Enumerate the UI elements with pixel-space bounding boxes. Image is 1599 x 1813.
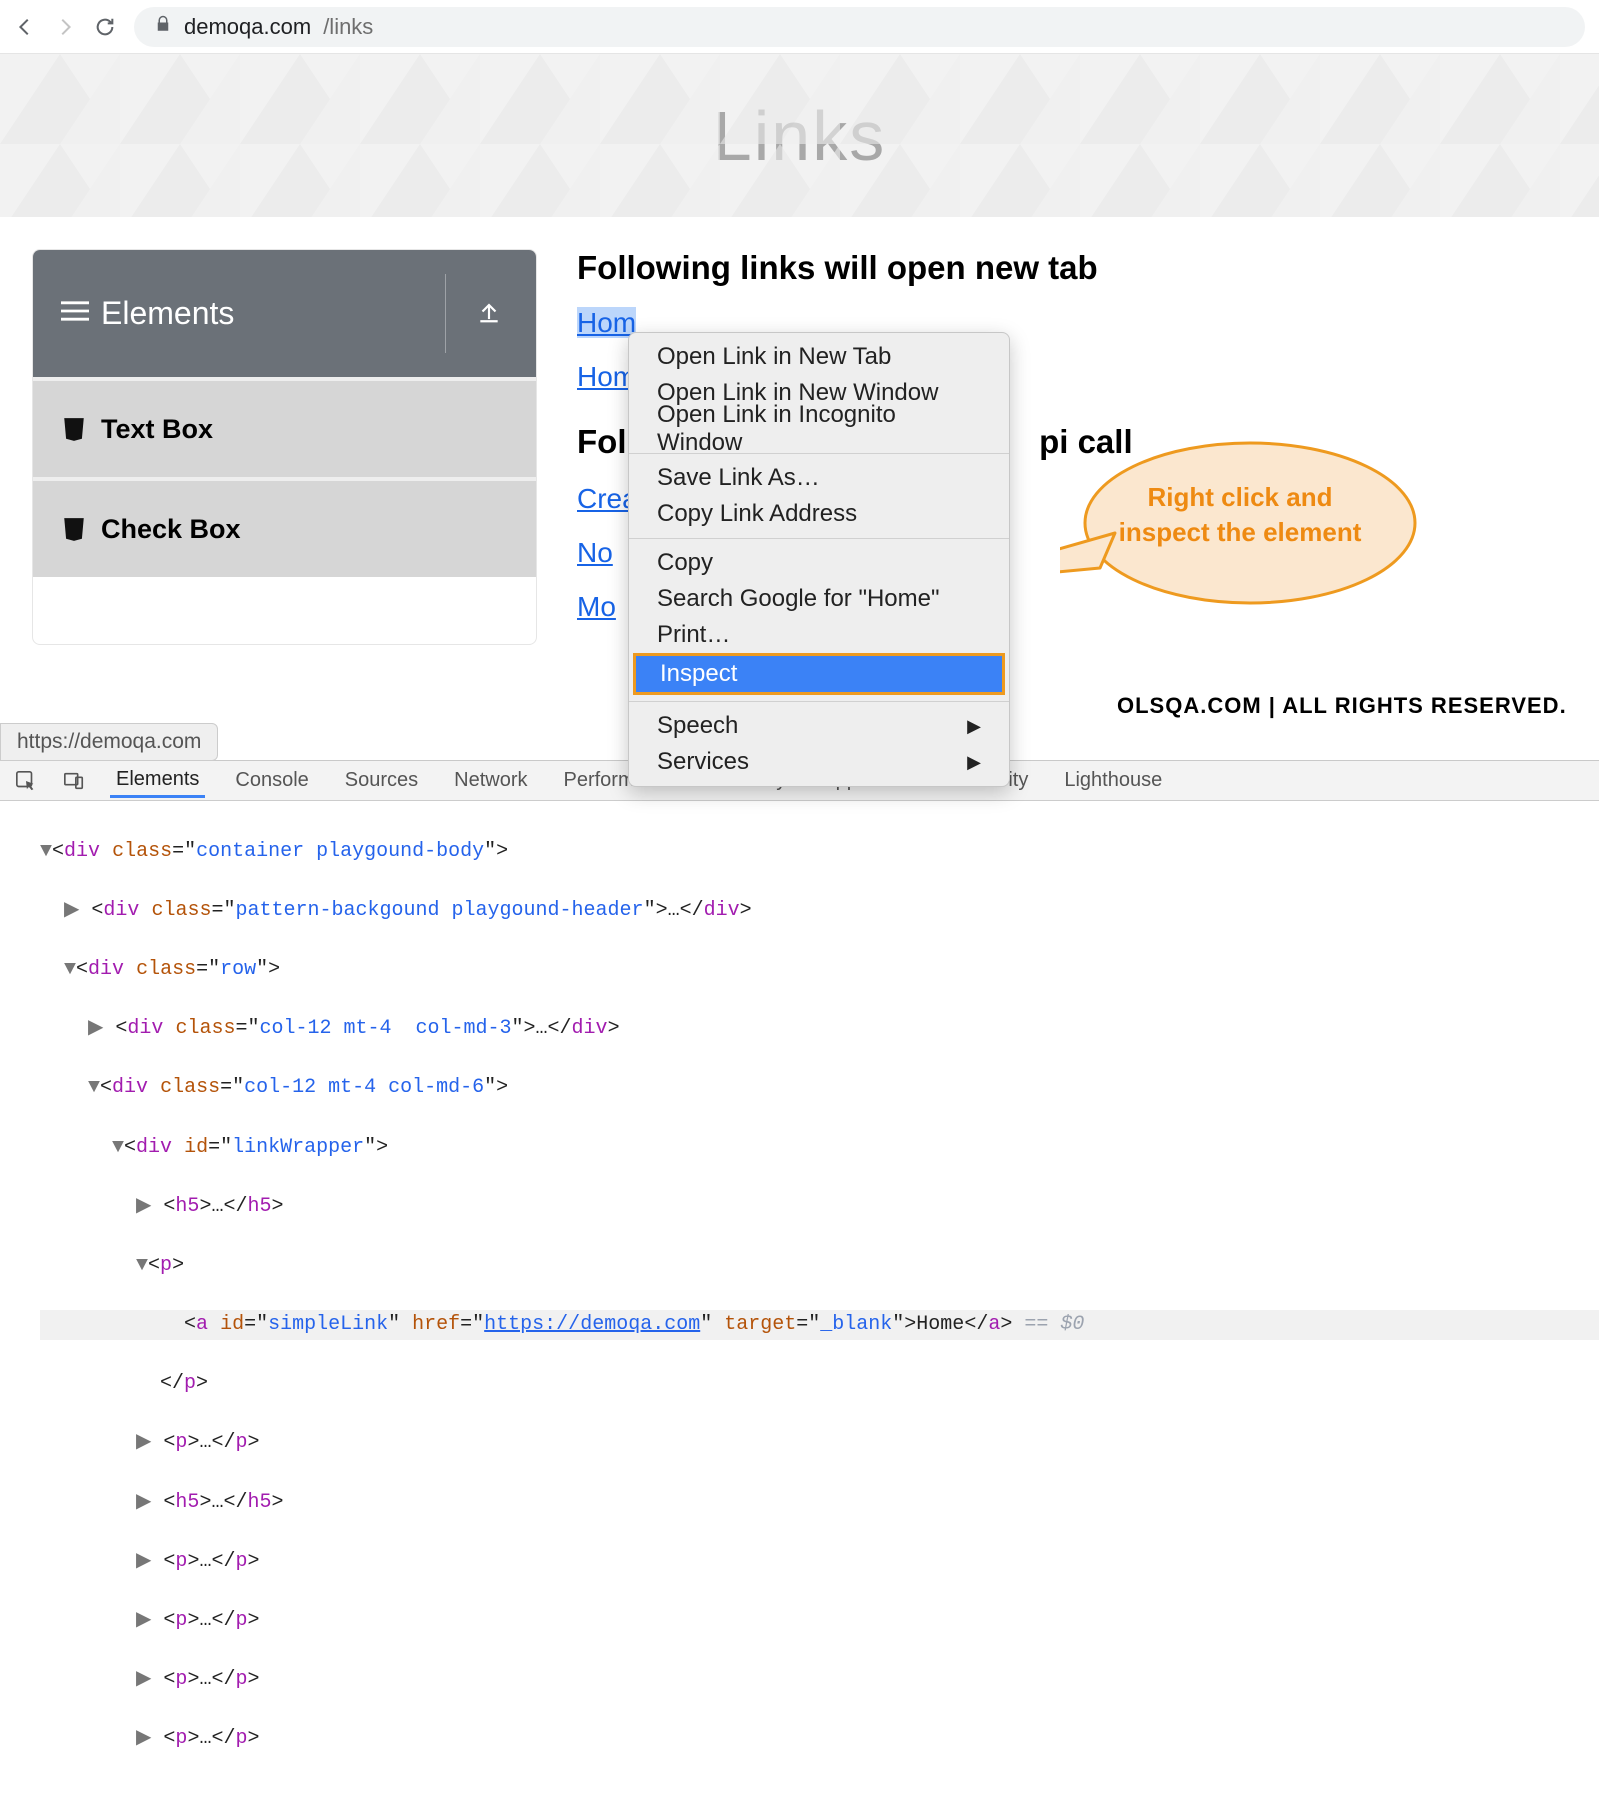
html5-icon — [61, 416, 87, 442]
address-bar[interactable]: demoqa.com/links — [134, 7, 1585, 47]
footer-text-fragment: OLSQA.COM | ALL RIGHTS RESERVED. — [1117, 693, 1567, 719]
devtools-tab-console[interactable]: Console — [229, 765, 314, 796]
browser-toolbar: demoqa.com/links — [0, 0, 1599, 54]
annotation-callout: Right click andinspect the element — [1060, 428, 1420, 628]
sidebar-item-check-box[interactable]: Check Box — [33, 477, 536, 577]
devtools-tab-network[interactable]: Network — [448, 765, 533, 796]
inspect-element-icon[interactable] — [14, 769, 38, 793]
collapse-icon[interactable] — [476, 298, 502, 329]
devtools-tab-lighthouse[interactable]: Lighthouse — [1058, 765, 1168, 796]
ctx-inspect[interactable]: Inspect — [633, 653, 1005, 695]
ctx-speech[interactable]: Speech▶ — [629, 708, 1009, 744]
sidebar: Elements Text Box Check Box — [32, 249, 537, 645]
dom-tree[interactable]: ▼<div class="container playgound-body"> … — [0, 801, 1599, 1813]
ctx-copy-link-address[interactable]: Copy Link Address — [629, 496, 1009, 532]
sidebar-divider — [445, 274, 446, 353]
ctx-copy[interactable]: Copy — [629, 545, 1009, 581]
sidebar-item-text-box[interactable]: Text Box — [33, 377, 536, 477]
sidebar-header-label: Elements — [101, 295, 234, 332]
page-banner: Links — [0, 54, 1599, 217]
link-home[interactable]: Hom — [577, 307, 636, 338]
ctx-open-new-tab[interactable]: Open Link in New Tab — [629, 339, 1009, 375]
chevron-right-icon: ▶ — [967, 716, 981, 737]
ctx-search-google[interactable]: Search Google for "Home" — [629, 581, 1009, 617]
devtools-tab-sources[interactable]: Sources — [339, 765, 424, 796]
url-host: demoqa.com — [184, 14, 311, 40]
hamburger-icon — [61, 300, 89, 327]
banner-pattern — [0, 54, 1599, 217]
ctx-open-incognito[interactable]: Open Link in Incognito Window — [629, 411, 1009, 447]
devtools-panel: Elements Console Sources Network Perform… — [0, 760, 1599, 1200]
forward-icon[interactable] — [54, 16, 76, 38]
ctx-save-link-as[interactable]: Save Link As… — [629, 460, 1009, 496]
context-menu: Open Link in New Tab Open Link in New Wi… — [628, 332, 1010, 787]
status-bar-link-preview: https://demoqa.com — [0, 723, 218, 761]
devtools-tab-elements[interactable]: Elements — [110, 764, 205, 798]
chevron-right-icon: ▶ — [967, 752, 981, 773]
html5-icon — [61, 516, 87, 542]
sidebar-item-label: Text Box — [101, 414, 213, 445]
back-icon[interactable] — [14, 16, 36, 38]
device-toggle-icon[interactable] — [62, 769, 86, 793]
sidebar-item-label: Check Box — [101, 514, 241, 545]
ctx-separator — [629, 701, 1009, 702]
url-path: /links — [323, 14, 373, 40]
annotation-text: Right click andinspect the element — [1110, 480, 1370, 550]
heading-new-tab: Following links will open new tab — [577, 249, 1567, 287]
ctx-separator — [629, 538, 1009, 539]
sidebar-header-elements[interactable]: Elements — [33, 250, 536, 377]
ctx-print[interactable]: Print… — [629, 617, 1009, 653]
reload-icon[interactable] — [94, 16, 116, 38]
ctx-services[interactable]: Services▶ — [629, 744, 1009, 780]
lock-icon — [154, 14, 172, 40]
